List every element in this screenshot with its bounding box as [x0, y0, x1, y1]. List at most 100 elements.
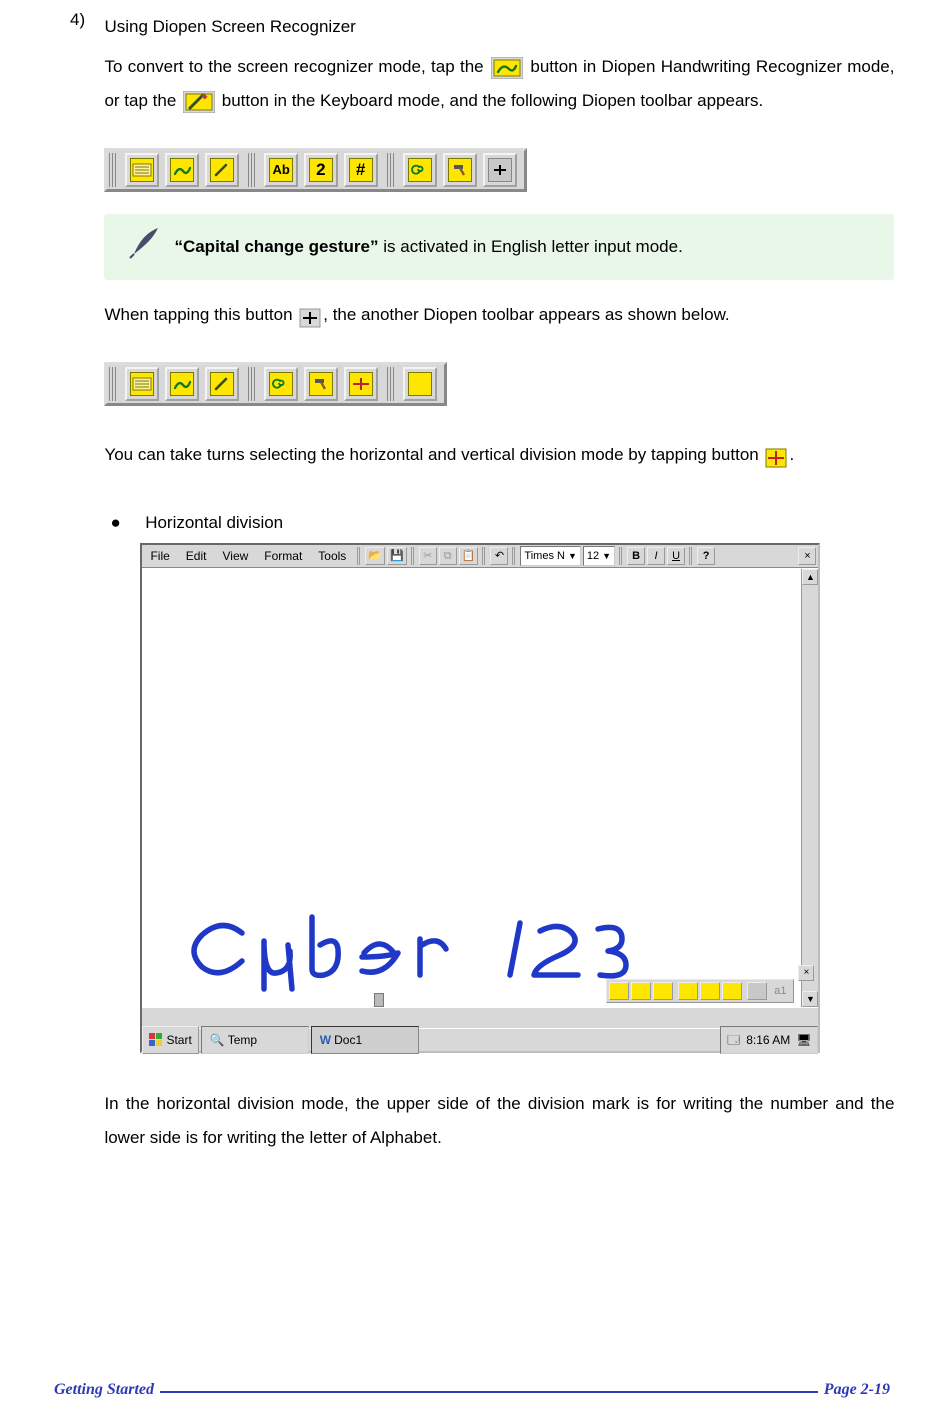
p3-a: You can take turns selecting the horizon…: [104, 445, 763, 464]
chevron-down-icon: ▼: [602, 547, 611, 565]
document-canvas[interactable]: [142, 569, 800, 1007]
paragraph-1: To convert to the screen recognizer mode…: [104, 50, 894, 118]
scribble-icon: [170, 372, 194, 396]
start-button[interactable]: Start: [142, 1026, 198, 1054]
spiral-button[interactable]: [403, 153, 437, 187]
scroll-down-icon[interactable]: ▼: [802, 991, 818, 1007]
cut-button[interactable]: ✂: [419, 547, 437, 565]
open-button[interactable]: 📂: [365, 547, 385, 565]
menu-format[interactable]: Format: [256, 544, 310, 568]
handwriting-mode-icon: [491, 57, 523, 79]
plus-toggle-icon: [299, 306, 321, 326]
scissors-icon: ✂: [423, 545, 432, 567]
plus-icon: [488, 158, 512, 182]
close-icon: ×: [804, 963, 810, 983]
two-icon: 2: [309, 158, 333, 182]
vertical-scrollbar[interactable]: ▲ ▼: [801, 569, 818, 1007]
pen-icon: [210, 372, 234, 396]
mini-keyboard-button[interactable]: [609, 982, 629, 1000]
taskbar-item-temp[interactable]: 🔍 Temp: [201, 1026, 309, 1054]
footer-rule: [48, 1391, 896, 1393]
toolbar-separator-icon: [482, 547, 486, 565]
taskbar-item-doc[interactable]: W Doc1: [311, 1026, 419, 1054]
screenshot-horizontal-division: File Edit View Format Tools 📂 💾 ✂ ⧉ 📋 ↶ …: [140, 543, 820, 1053]
help-button[interactable]: ?: [697, 547, 715, 565]
paragraph-2: When tapping this button , the another D…: [104, 298, 894, 332]
letters-mode-button[interactable]: Ab: [264, 153, 298, 187]
toolbar-separator-icon: [689, 547, 693, 565]
copy-button[interactable]: ⧉: [439, 547, 457, 565]
ab-icon: Ab: [269, 158, 293, 182]
mini-pen-button[interactable]: [653, 982, 673, 1000]
spiral-icon: [269, 372, 293, 396]
keyboard-mode-icon: [183, 91, 215, 113]
bullet-label: Horizontal division: [145, 506, 283, 540]
menu-edit[interactable]: Edit: [178, 544, 215, 568]
mini-division-button[interactable]: [722, 982, 742, 1000]
editor-menubar: File Edit View Format Tools 📂 💾 ✂ ⧉ 📋 ↶ …: [142, 545, 818, 568]
save-button[interactable]: 💾: [387, 547, 407, 565]
keyboard-icon: [130, 158, 154, 182]
mini-blank-button[interactable]: [747, 982, 767, 1000]
paragraph-4: In the horizontal division mode, the upp…: [104, 1087, 894, 1155]
hammer-icon: [309, 372, 333, 396]
pen-button[interactable]: [205, 367, 239, 401]
font-value: Times N: [524, 545, 565, 567]
diopen-toolbar-1: Ab 2 #: [104, 148, 894, 192]
scroll-up-icon[interactable]: ▲: [802, 569, 818, 585]
mini-handwriting-button[interactable]: [631, 982, 651, 1000]
footer-right: Page 2-19: [818, 1381, 896, 1399]
folder-open-icon: 📂: [368, 545, 382, 567]
taskbar-temp-label: Temp: [228, 1028, 257, 1052]
menu-view[interactable]: View: [214, 544, 256, 568]
p1-c: button in the Keyboard mode, and the fol…: [222, 91, 764, 110]
menu-file[interactable]: File: [142, 544, 177, 568]
numbers-mode-button[interactable]: 2: [304, 153, 338, 187]
quill-icon: [128, 224, 164, 260]
size-select[interactable]: 12▼: [583, 546, 615, 566]
section-number: 4): [70, 10, 100, 30]
symbols-mode-button[interactable]: #: [344, 153, 378, 187]
division-mark[interactable]: [374, 993, 384, 1007]
note-callout: “Capital change gesture” is activated in…: [104, 214, 894, 280]
note-bold: “Capital change gesture”: [174, 237, 378, 256]
keyboard-button[interactable]: [125, 153, 159, 187]
paste-button[interactable]: 📋: [459, 547, 479, 565]
toolbar-grip-icon: [248, 153, 256, 187]
system-tray[interactable]: 🗔 8:16 AM 🖥: [720, 1026, 818, 1054]
mini-toolbar-close-button[interactable]: ×: [798, 965, 814, 981]
undo-button[interactable]: ↶: [490, 547, 508, 565]
pen-icon: [210, 158, 234, 182]
blank-button[interactable]: [403, 367, 437, 401]
window-close-button[interactable]: ×: [798, 547, 816, 565]
paragraph-3: You can take turns selecting the horizon…: [104, 438, 894, 472]
blank-icon: [408, 372, 432, 396]
mini-mode-label: a1: [768, 980, 792, 1002]
bold-button[interactable]: B: [627, 547, 645, 565]
spiral-button[interactable]: [264, 367, 298, 401]
taskbar-doc-label: Doc1: [334, 1028, 362, 1052]
desktop-icon[interactable]: 🖥: [796, 1028, 811, 1052]
division-mode-button[interactable]: [344, 367, 378, 401]
tray-icon: 🗔: [727, 1028, 740, 1052]
menu-tools[interactable]: Tools: [310, 544, 354, 568]
handwriting-button[interactable]: [165, 367, 199, 401]
handwriting-button[interactable]: [165, 153, 199, 187]
mini-spiral-button[interactable]: [678, 982, 698, 1000]
toolbar-grip-icon: [109, 367, 117, 401]
tools-button[interactable]: [443, 153, 477, 187]
underline-button[interactable]: U: [667, 547, 685, 565]
italic-button[interactable]: I: [647, 547, 665, 565]
diopen-toolbar-2: [104, 362, 894, 406]
size-value: 12: [587, 545, 599, 567]
mini-tools-button[interactable]: [700, 982, 720, 1000]
chevron-down-icon: ▼: [568, 547, 577, 565]
keyboard-button[interactable]: [125, 367, 159, 401]
hammer-icon: [448, 158, 472, 182]
font-select[interactable]: Times N▼: [520, 546, 580, 566]
tools-button[interactable]: [304, 367, 338, 401]
scribble-icon: [170, 158, 194, 182]
p1-a: To convert to the screen recognizer mode…: [104, 57, 483, 76]
pen-button[interactable]: [205, 153, 239, 187]
expand-button[interactable]: [483, 153, 517, 187]
